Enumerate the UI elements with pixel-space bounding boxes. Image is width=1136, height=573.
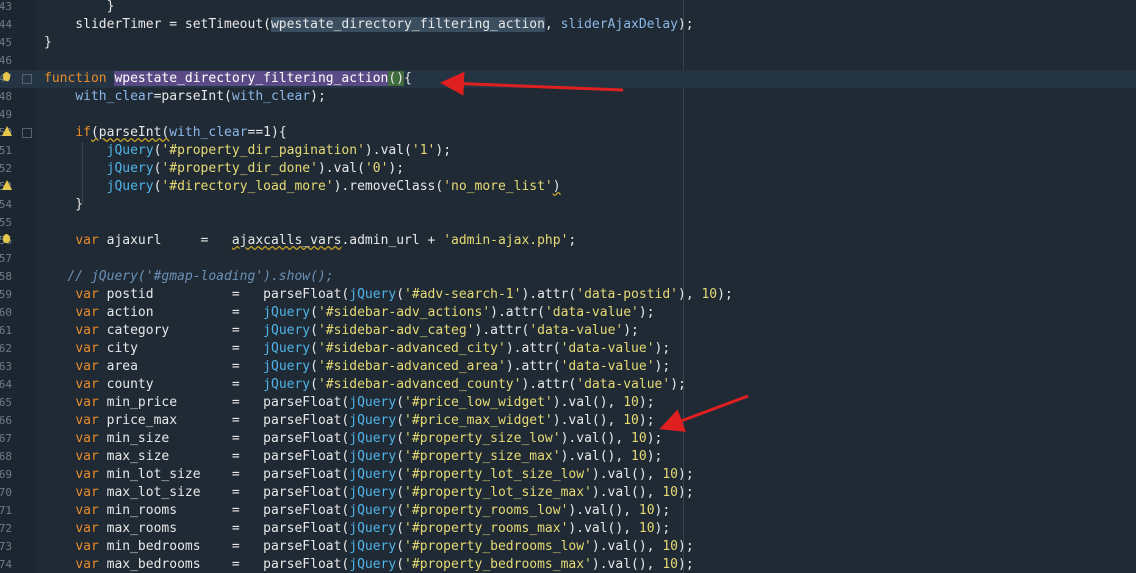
annotation-layer bbox=[440, 71, 749, 432]
red-arrow-function-annotation bbox=[440, 71, 624, 96]
red-arrow-price-max-annotation bbox=[659, 394, 749, 432]
code-editor[interactable]: 43 } 44 sliderTimer = setTimeout(wpestate… bbox=[0, 0, 1136, 573]
